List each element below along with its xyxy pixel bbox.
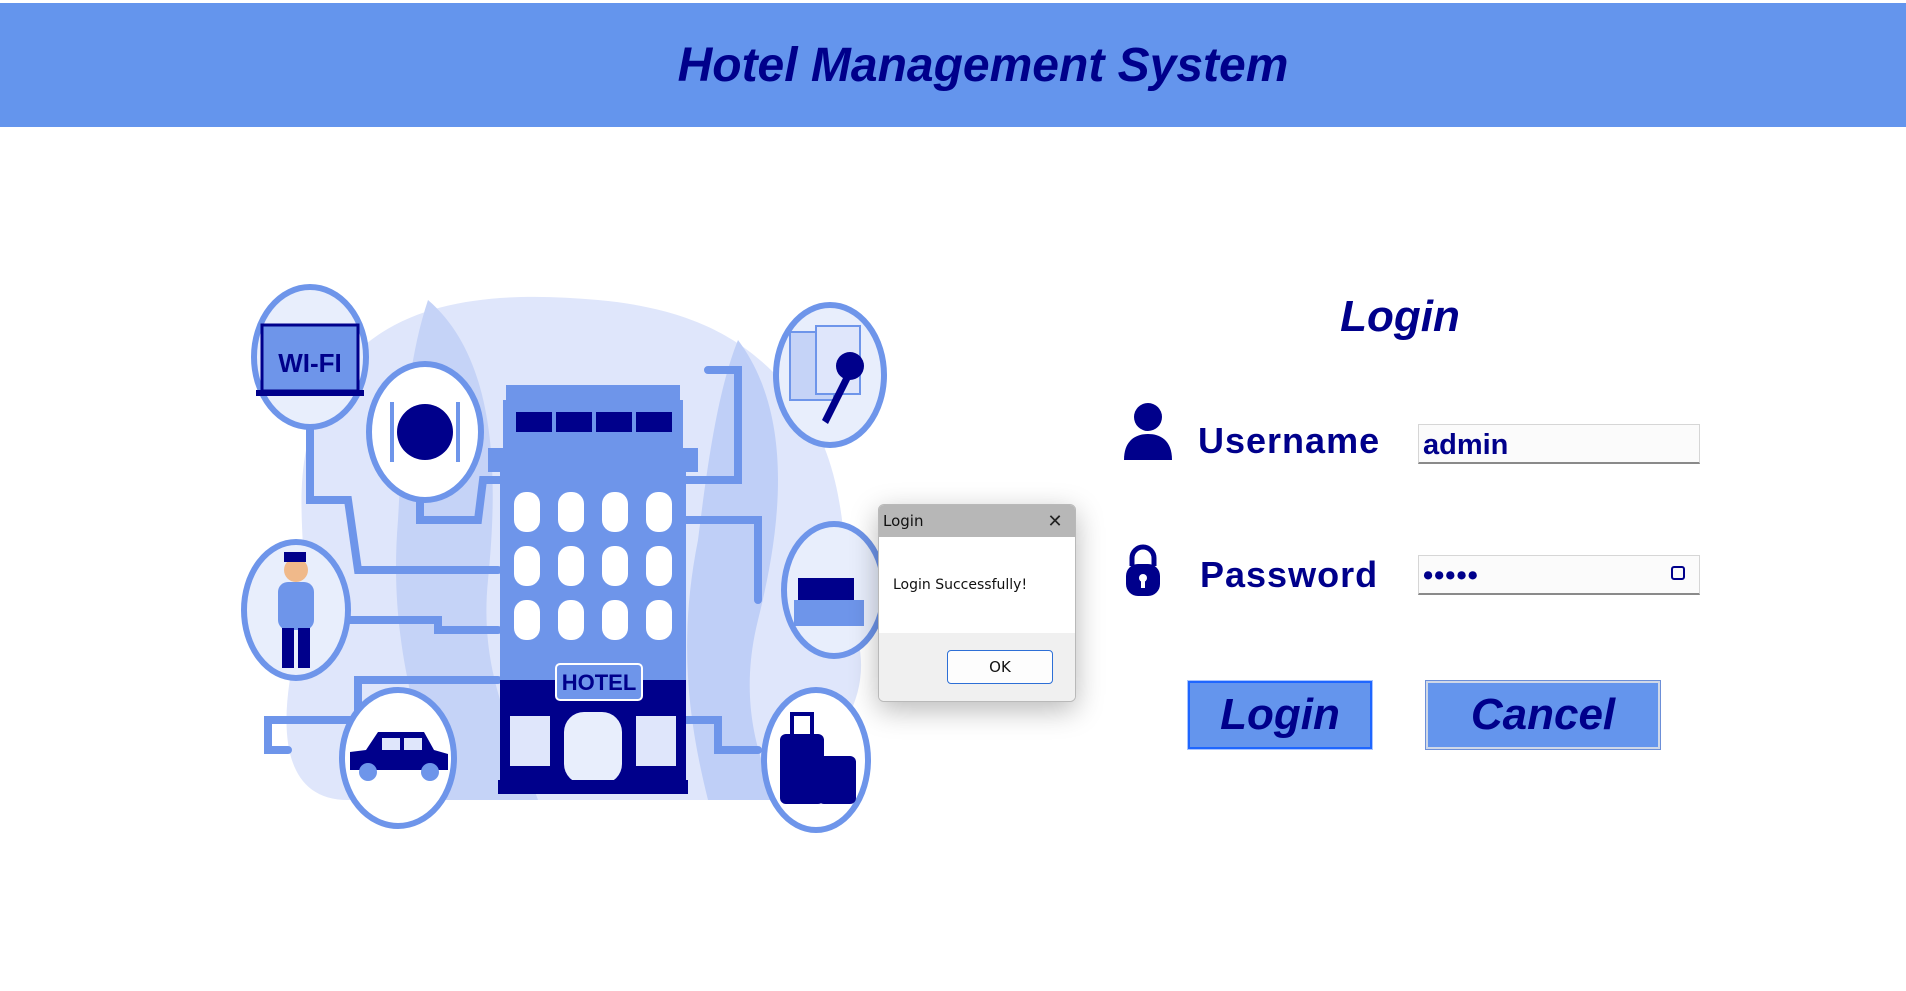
dialog-footer: OK [879, 633, 1075, 701]
close-icon[interactable]: ✕ [1035, 511, 1075, 532]
password-masked-value: ••••• [1423, 560, 1479, 592]
hotel-illustration: HOTEL WI-FI [241, 284, 887, 833]
app-title: Hotel Management System [677, 38, 1289, 92]
dialog-body: Login Successfully! [879, 537, 1075, 633]
username-label: Username [1198, 420, 1381, 461]
login-message-dialog: Login ✕ Login Successfully! OK [878, 504, 1076, 702]
dialog-ok-button[interactable]: OK [947, 650, 1053, 684]
password-reveal-icon[interactable] [1671, 566, 1685, 580]
username-input[interactable]: admin [1418, 424, 1700, 464]
wifi-text: WI-FI [278, 348, 342, 378]
login-title: Login [1340, 292, 1460, 341]
dialog-message: Login Successfully! [893, 577, 1028, 593]
user-icon [1124, 403, 1172, 460]
password-input[interactable]: ••••• [1418, 555, 1700, 595]
dialog-title: Login [883, 512, 924, 530]
password-label: Password [1200, 554, 1379, 595]
lock-icon [1126, 544, 1160, 596]
cancel-button[interactable]: Cancel [1426, 681, 1660, 749]
app-header: Hotel Management System [0, 3, 1906, 127]
hotel-sign-text: HOTEL [562, 670, 637, 695]
dialog-titlebar[interactable]: Login ✕ [879, 505, 1075, 537]
login-button[interactable]: Login [1188, 681, 1372, 749]
